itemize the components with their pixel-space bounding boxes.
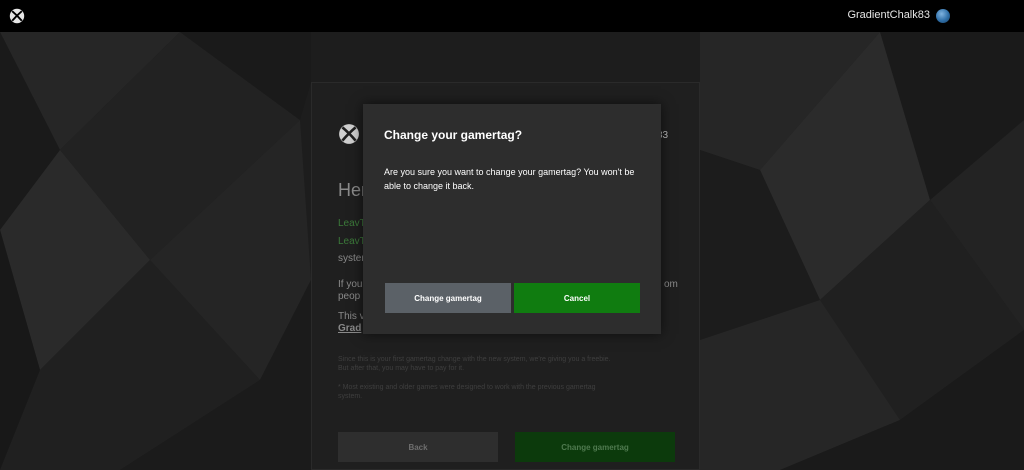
panel-text-this: This v (338, 311, 365, 322)
fine-print-line: But after that, you may have to pay for … (338, 365, 465, 372)
change-gamertag-button[interactable]: Change gamertag (515, 432, 675, 462)
confirm-change-gamertag-button[interactable]: Change gamertag (385, 283, 511, 313)
fine-print-freebie: Since this is your first gamertag change… (338, 355, 678, 373)
confirm-dialog: Change your gamertag? Are you sure you w… (363, 104, 661, 334)
top-bar: GradientChalk83 (0, 0, 1024, 32)
xbox-logo-icon[interactable] (9, 8, 25, 24)
username-label[interactable]: GradientChalk83 (847, 9, 930, 21)
panel-text-system: syster (338, 253, 365, 264)
suggestion-line-1: LeavT (338, 218, 366, 229)
fine-print-line: Since this is your first gamertag change… (338, 356, 611, 363)
fine-print-line: system. (338, 393, 363, 400)
fine-print-older-games: * Most existing and older games were des… (338, 383, 678, 401)
panel-text-gamertag: Grad (338, 323, 362, 334)
dialog-title: Change your gamertag? (384, 128, 523, 142)
globe-avatar-icon[interactable] (936, 9, 950, 23)
panel-text-om: om (664, 279, 678, 290)
back-button[interactable]: Back (338, 432, 498, 462)
suggestion-line-2: LeavT (338, 236, 366, 247)
panel-text-if: If you (338, 279, 363, 290)
dialog-message: Are you sure you want to change your gam… (384, 167, 635, 191)
xbox-logo-icon (339, 124, 359, 144)
panel-text-peop: peop (338, 291, 361, 302)
cancel-button[interactable]: Cancel (514, 283, 640, 313)
fine-print-line: * Most existing and older games were des… (338, 384, 596, 391)
